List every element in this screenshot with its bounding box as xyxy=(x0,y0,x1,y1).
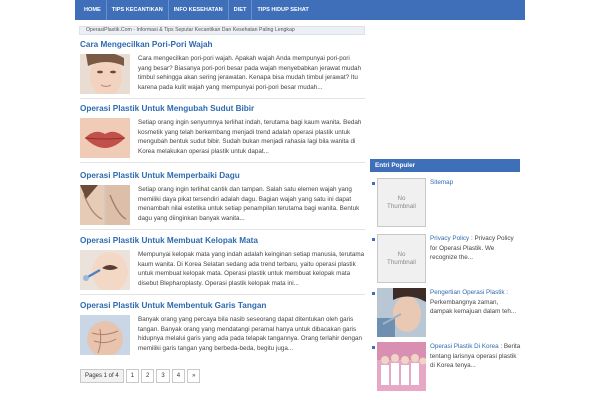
post-thumbnail-surgery[interactable] xyxy=(377,288,426,337)
divider xyxy=(80,98,365,99)
pagination: Pages 1 of 4 1 2 3 4 » xyxy=(80,369,201,383)
no-thumbnail-image[interactable]: No Thumbnail xyxy=(377,234,426,283)
post-thumbnail-palm[interactable] xyxy=(80,315,130,355)
bullet-icon xyxy=(372,238,375,241)
nav-tips-kecantikan[interactable]: TIPS KECANTIKAN xyxy=(107,0,169,20)
popular-post-text: Pengertian Operasi Plastik : Perkembangn… xyxy=(430,288,522,317)
nav-info-kesehatan[interactable]: INFO KESEHATAN xyxy=(169,0,229,20)
popular-post-link[interactable]: Operasi Plastik Di Korea xyxy=(430,343,499,350)
popular-post-link[interactable]: Pengertian Operasi Plastik xyxy=(430,289,505,296)
bullet-icon xyxy=(372,292,375,295)
popular-post-item: No Thumbnail Privacy Policy : Privacy Po… xyxy=(372,234,522,288)
popular-post-item: No Thumbnail Sitemap xyxy=(372,178,522,232)
nav-home[interactable]: HOME xyxy=(79,0,107,20)
nav-diet[interactable]: DIET xyxy=(229,0,253,20)
post-title[interactable]: Operasi Plastik Untuk Membuat Kelopak Ma… xyxy=(80,236,365,245)
post-excerpt: Setiap orang ingin terlihat cantik dan t… xyxy=(138,186,360,222)
post-item: Operasi Plastik Untuk Memperbaiki Dagu S… xyxy=(80,171,365,225)
no-thumbnail-image[interactable]: No Thumbnail xyxy=(377,178,426,227)
page-link-1[interactable]: 1 xyxy=(125,369,140,383)
popular-post-text: Operasi Plastik Di Korea : Berita tentan… xyxy=(430,342,522,371)
post-item: Operasi Plastik Untuk Membuat Kelopak Ma… xyxy=(80,236,365,290)
post-title[interactable]: Operasi Plastik Untuk Memperbaiki Dagu xyxy=(80,171,365,180)
popular-post-text: Privacy Policy : Privacy Policy for Oper… xyxy=(430,234,522,263)
post-item: Operasi Plastik Untuk Mengubah Sudut Bib… xyxy=(80,104,365,158)
popular-post-item: Operasi Plastik Di Korea : Berita tentan… xyxy=(372,342,522,396)
post-thumbnail-chin[interactable] xyxy=(80,185,130,225)
page-link-3[interactable]: 3 xyxy=(156,369,170,383)
no-thumbnail-label: No xyxy=(397,194,406,202)
post-thumbnail-lips[interactable] xyxy=(80,118,130,158)
bullet-icon xyxy=(372,346,375,349)
page-link-2[interactable]: 2 xyxy=(141,369,155,383)
no-thumbnail-label: Thumbnail xyxy=(387,202,416,210)
no-thumbnail-label: No xyxy=(397,250,406,258)
post-title[interactable]: Operasi Plastik Untuk Mengubah Sudut Bib… xyxy=(80,104,365,113)
bullet-icon xyxy=(372,182,375,185)
nav-tips-hidup-sehat[interactable]: TIPS HIDUP SEHAT xyxy=(252,0,313,20)
popular-post-link[interactable]: Sitemap xyxy=(430,179,453,186)
popular-post-text: Sitemap xyxy=(430,178,522,188)
post-title[interactable]: Cara Mengecilkan Pori-Pori Wajah xyxy=(80,40,365,49)
post-title[interactable]: Operasi Plastik Untuk Membentuk Garis Ta… xyxy=(80,301,365,310)
divider xyxy=(80,162,365,163)
post-excerpt: Mempunyai kelopak mata yang indah adalah… xyxy=(138,251,365,287)
popular-post-link[interactable]: Privacy Policy xyxy=(430,235,469,242)
divider xyxy=(80,294,365,295)
post-thumbnail-group[interactable] xyxy=(377,342,426,391)
next-page-button[interactable]: » xyxy=(187,369,201,383)
post-thumbnail-face[interactable] xyxy=(80,54,130,94)
post-item: Cara Mengecilkan Pori-Pori Wajah Cara me… xyxy=(80,40,365,94)
top-navigation: HOME TIPS KECANTIKAN INFO KESEHATAN DIET… xyxy=(75,0,525,20)
page-link-4[interactable]: 4 xyxy=(171,369,186,383)
sidebar-title: Entri Populer xyxy=(370,159,520,172)
post-thumbnail-eyelid[interactable] xyxy=(80,250,130,290)
breadcrumb: OperasiPlastik.Com - Informasi & Tips Se… xyxy=(79,26,365,35)
post-excerpt: Setiap orang ingin senyumnya terlihat in… xyxy=(138,119,362,155)
post-excerpt: Banyak orang yang percaya bila nasib ses… xyxy=(138,316,363,352)
post-excerpt: Cara mengecilkan pori-pori wajah. Apakah… xyxy=(138,55,361,91)
divider xyxy=(80,229,365,230)
popular-post-item: Pengertian Operasi Plastik : Perkembangn… xyxy=(372,288,522,342)
page-info: Pages 1 of 4 xyxy=(80,369,124,383)
post-item: Operasi Plastik Untuk Membentuk Garis Ta… xyxy=(80,301,365,355)
no-thumbnail-label: Thumbnail xyxy=(387,258,416,266)
